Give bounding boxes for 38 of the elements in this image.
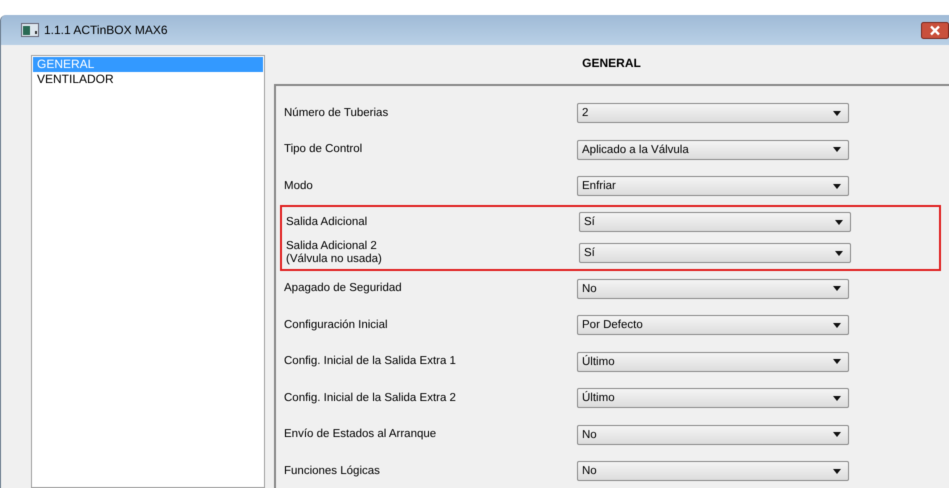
- caret-icon: [833, 468, 841, 474]
- caret-icon: [833, 184, 841, 189]
- close-icon[interactable]: [921, 22, 949, 38]
- dropdown[interactable]: Último: [577, 352, 849, 372]
- dropdown[interactable]: Sí: [579, 212, 851, 232]
- dropdown[interactable]: No: [577, 461, 849, 482]
- setting-label: Config. Inicial de la Salida Extra 2: [284, 392, 457, 405]
- caret-icon: [835, 220, 843, 224]
- caret-icon: [833, 432, 841, 438]
- setting-label: Tipo de Control: [284, 143, 364, 156]
- dropdown[interactable]: Por Defecto: [577, 315, 849, 336]
- caret-icon: [833, 396, 841, 401]
- dropdown[interactable]: Aplicado a la Válvula: [577, 140, 849, 160]
- dropdown[interactable]: Último: [577, 388, 849, 408]
- setting-label: Apagado de Seguridad: [284, 282, 403, 296]
- dropdown[interactable]: No: [577, 278, 849, 299]
- caret-icon: [833, 322, 841, 328]
- setting-label: Salida Adicional 2 (Válvula no usada): [286, 240, 383, 266]
- window-title: 1.1.1 ACTinBOX MAX6: [44, 23, 168, 37]
- setting-label: Número de Tuberias: [284, 106, 390, 120]
- dropdown[interactable]: Enfriar: [577, 176, 849, 196]
- setting-label: Configuración Inicial: [284, 318, 389, 332]
- caret-icon: [833, 110, 841, 116]
- setting-label: Envío de Estados al Arranque: [284, 428, 438, 442]
- window-icon: [21, 23, 39, 37]
- dropdown[interactable]: No: [577, 424, 849, 445]
- setting-label: Modo: [284, 180, 314, 193]
- caret-icon: [833, 286, 841, 292]
- setting-label: Salida Adicional: [286, 216, 368, 228]
- dropdown[interactable]: Sí: [579, 243, 851, 263]
- sidebar-item[interactable]: VENTILADOR: [33, 72, 263, 87]
- setting-label: Funciones Lógicas: [284, 464, 381, 478]
- section-heading: GENERAL: [581, 55, 642, 72]
- dropdown[interactable]: 2: [577, 103, 849, 124]
- setting-label: Config. Inicial de la Salida Extra 1: [284, 355, 457, 368]
- caret-icon: [833, 359, 841, 364]
- caret-icon: [835, 250, 843, 256]
- caret-icon: [833, 147, 841, 152]
